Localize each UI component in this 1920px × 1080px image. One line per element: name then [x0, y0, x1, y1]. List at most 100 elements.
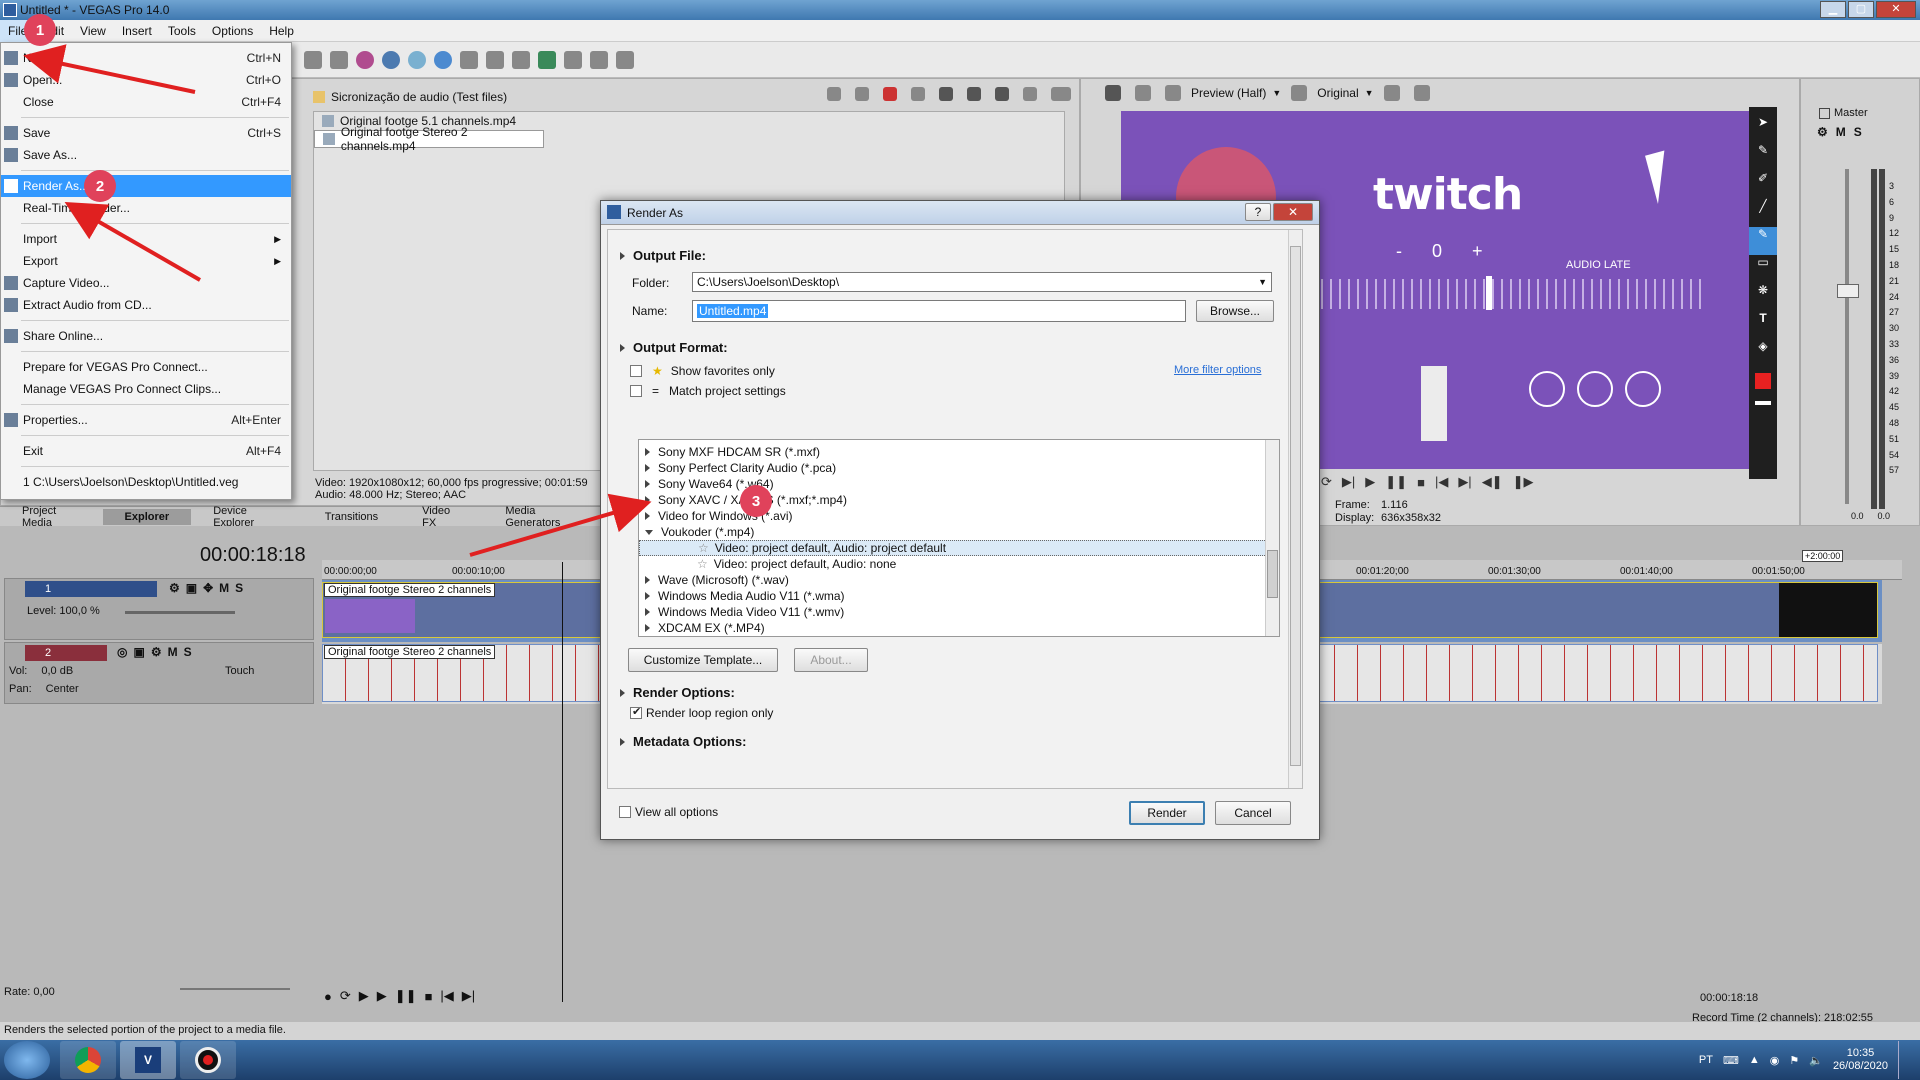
line-tool-icon[interactable]: ╱	[1749, 199, 1777, 227]
record-icon[interactable]: ◎	[117, 645, 127, 659]
tab-project-media[interactable]: Project Media	[0, 505, 103, 529]
solo-button[interactable]: S	[184, 645, 192, 659]
collapsed-arrow-icon[interactable]	[645, 608, 650, 616]
split-screen-icon[interactable]	[1165, 85, 1181, 101]
fx-icon[interactable]: ⚙	[151, 645, 162, 659]
play-icon[interactable]: ▶	[377, 988, 387, 1004]
customize-template-button[interactable]: Customize Template...	[628, 648, 778, 672]
render-options-section[interactable]: Render Options:	[620, 685, 735, 700]
stop-icon[interactable]: ■	[425, 989, 433, 1004]
file-menu-item[interactable]: Capture Video...	[1, 272, 291, 294]
menu-tools[interactable]: Tools	[160, 20, 204, 42]
help-button[interactable]: ?	[1245, 203, 1271, 221]
go-start-icon[interactable]: |◀	[440, 988, 453, 1004]
auto-preview-icon[interactable]	[995, 87, 1009, 101]
preview-quality-dropdown[interactable]: Preview (Half)	[1191, 86, 1266, 100]
file-menu-item[interactable]: Render As...	[1, 175, 291, 197]
stop-icon[interactable]	[967, 87, 981, 101]
tray-expand-icon[interactable]: ▲	[1749, 1054, 1760, 1066]
menu-view[interactable]: View	[72, 20, 114, 42]
master-checkbox[interactable]	[1819, 107, 1830, 119]
color-swatch[interactable]	[1755, 373, 1771, 389]
master-fader-handle[interactable]	[1837, 284, 1859, 298]
output-format-section[interactable]: Output Format:	[620, 340, 728, 355]
menu-insert[interactable]: Insert	[114, 20, 160, 42]
collapsed-arrow-icon[interactable]	[645, 576, 650, 584]
close-window-button[interactable]: ✕	[1876, 1, 1916, 18]
save-snapshot-icon[interactable]	[1413, 85, 1430, 101]
play-from-start-icon[interactable]: ▶	[359, 988, 369, 1004]
next-frame-icon[interactable]: ❚▶	[1513, 474, 1534, 490]
go-end-icon[interactable]: ▶|	[1458, 474, 1471, 490]
brush-tool-icon[interactable]: ✐	[1749, 171, 1777, 199]
zoom-icon[interactable]	[1023, 87, 1037, 101]
text-plugin-icon[interactable]	[434, 50, 452, 69]
folder-combobox[interactable]: C:\Users\Joelson\Desktop\ ▼	[692, 272, 1272, 292]
record-button-icon[interactable]: ●	[324, 989, 332, 1004]
show-desktop-button[interactable]	[1898, 1041, 1910, 1079]
match-option[interactable]: = Match project settings	[630, 384, 786, 398]
vegas-icon[interactable]	[486, 50, 504, 69]
favorites-checkbox[interactable]	[630, 365, 642, 377]
close-dialog-button[interactable]: ✕	[1273, 203, 1313, 221]
menu-help[interactable]: Help	[261, 20, 302, 42]
collapsed-arrow-icon[interactable]	[645, 624, 650, 632]
go-start-icon[interactable]: |◀	[1435, 474, 1448, 490]
keyboard-icon[interactable]: ⌨	[1723, 1054, 1739, 1067]
file-menu-item[interactable]: Manage VEGAS Pro Connect Clips...	[1, 378, 291, 400]
maximize-button[interactable]: ▢	[1848, 1, 1874, 18]
mute-button[interactable]: M	[1836, 125, 1846, 139]
plugin-icon[interactable]	[356, 50, 374, 69]
marker-tool-icon[interactable]: ✎	[1749, 227, 1777, 255]
minimize-button[interactable]: ▁	[1820, 1, 1846, 18]
solo-button[interactable]: S	[1854, 125, 1862, 139]
more-filter-link[interactable]: More filter options	[1174, 364, 1261, 376]
external-monitor-icon[interactable]	[1135, 85, 1151, 101]
motion-icon[interactable]: ✥	[203, 581, 213, 595]
refresh-icon[interactable]	[855, 87, 869, 101]
preview-original-dropdown[interactable]: Original	[1317, 86, 1358, 100]
file-menu-item[interactable]: Export ▶	[1, 250, 291, 272]
file-menu-item[interactable]: Save As...	[1, 144, 291, 166]
file-menu-item[interactable]: Save Ctrl+S	[1, 122, 291, 144]
file-menu-item[interactable]: Open... Ctrl+O	[1, 69, 291, 91]
output-file-section[interactable]: Output File:	[620, 248, 706, 263]
delete-icon[interactable]	[883, 87, 897, 101]
file-menu-item[interactable]: Properties... Alt+Enter	[1, 409, 291, 431]
language-indicator[interactable]: PT	[1699, 1054, 1713, 1066]
file-menu-item[interactable]: New... Ctrl+N	[1, 47, 291, 69]
pause-icon[interactable]: ❚❚	[395, 988, 417, 1004]
plugin-icon[interactable]	[538, 50, 556, 69]
shapes-tool-icon[interactable]: ❋	[1749, 283, 1777, 311]
mute-button[interactable]: M	[219, 581, 229, 595]
favorite-star-icon[interactable]: ☆	[697, 557, 708, 571]
network-icon[interactable]: ◉	[1770, 1054, 1780, 1067]
prev-frame-icon[interactable]: ◀❚	[1482, 474, 1503, 490]
plugin-icon[interactable]	[460, 50, 478, 69]
rectangle-tool-icon[interactable]: ▭	[1749, 255, 1777, 283]
tab-transitions[interactable]: Transitions	[303, 511, 400, 523]
format-item[interactable]: Sony Wave64 (*.w64)	[639, 476, 1279, 492]
menu-options[interactable]: Options	[204, 20, 261, 42]
file-menu-item[interactable]: Import ▶	[1, 228, 291, 250]
export-icon[interactable]	[564, 50, 582, 69]
expanded-arrow-icon[interactable]	[645, 529, 653, 535]
metadata-section[interactable]: Metadata Options:	[620, 734, 746, 749]
format-item[interactable]: Windows Media Video V11 (*.wmv)	[639, 604, 1279, 620]
go-end-icon[interactable]: ▶|	[462, 988, 475, 1004]
overlays-icon[interactable]	[1291, 85, 1308, 101]
back-icon[interactable]	[827, 87, 841, 101]
invert-phase-icon[interactable]: ▣	[133, 645, 144, 659]
start-button[interactable]	[4, 1041, 50, 1079]
format-item[interactable]: Video for Windows (*.avi)	[639, 508, 1279, 524]
eraser-tool-icon[interactable]: ◈	[1749, 339, 1777, 367]
file-menu-item[interactable]: Share Online...	[1, 325, 291, 347]
name-input[interactable]: Untitled.mp4	[692, 300, 1186, 322]
composite-icon[interactable]: ▣	[186, 581, 197, 595]
format-item[interactable]: Sony Perfect Clarity Audio (*.pca)	[639, 460, 1279, 476]
views-icon[interactable]	[1051, 87, 1071, 101]
dialog-scrollbar[interactable]	[1288, 230, 1302, 788]
fx-icon[interactable]: ⚙	[1817, 125, 1828, 139]
vegas-taskbar-icon[interactable]: V	[120, 1041, 176, 1079]
pause-icon[interactable]: ❚❚	[1385, 474, 1407, 490]
